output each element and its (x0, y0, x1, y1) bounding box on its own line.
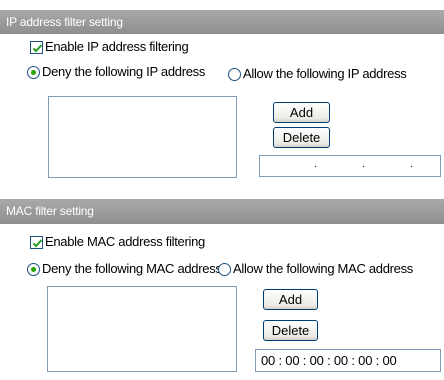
enable-mac-filtering-label: Enable MAC address filtering (45, 234, 205, 249)
mac-filter-section-title: MAC filter setting (6, 204, 94, 218)
allow-ip-label: Allow the following IP address (243, 66, 407, 81)
ip-address-list[interactable] (48, 96, 237, 178)
ip-filter-section-header: IP address filter setting (0, 10, 444, 34)
allow-ip-radio[interactable] (228, 68, 241, 81)
ip-separator-3: . (410, 159, 413, 170)
ip-delete-button[interactable]: Delete (273, 127, 330, 148)
enable-ip-filtering-label: Enable IP address filtering (45, 39, 189, 54)
deny-mac-label: Deny the following MAC address (42, 261, 222, 276)
mac-address-input[interactable]: 00 : 00 : 00 : 00 : 00 : 00 (255, 349, 441, 372)
enable-mac-filtering-checkbox[interactable] (30, 236, 43, 249)
deny-ip-radio[interactable] (27, 66, 40, 79)
mac-delete-button[interactable]: Delete (263, 320, 318, 341)
mac-address-value: 00 : 00 : 00 : 00 : 00 : 00 (261, 353, 397, 368)
mac-add-button[interactable]: Add (263, 289, 318, 310)
checkmark-icon (32, 239, 43, 248)
enable-ip-filtering-checkbox[interactable] (30, 41, 43, 54)
allow-mac-label: Allow the following MAC address (233, 261, 414, 276)
mac-address-list[interactable] (47, 286, 237, 372)
deny-ip-label: Deny the following IP address (42, 64, 206, 79)
ip-separator-1: . (314, 159, 317, 170)
ip-filter-section-title: IP address filter setting (6, 15, 123, 29)
ip-separator-2: . (362, 159, 365, 170)
mac-filter-section-header: MAC filter setting (0, 199, 444, 224)
allow-mac-radio[interactable] (218, 263, 231, 276)
deny-mac-radio[interactable] (27, 263, 40, 276)
ip-add-button[interactable]: Add (273, 102, 330, 123)
ip-address-input[interactable]: . . . (259, 155, 441, 177)
checkmark-icon (32, 44, 43, 53)
